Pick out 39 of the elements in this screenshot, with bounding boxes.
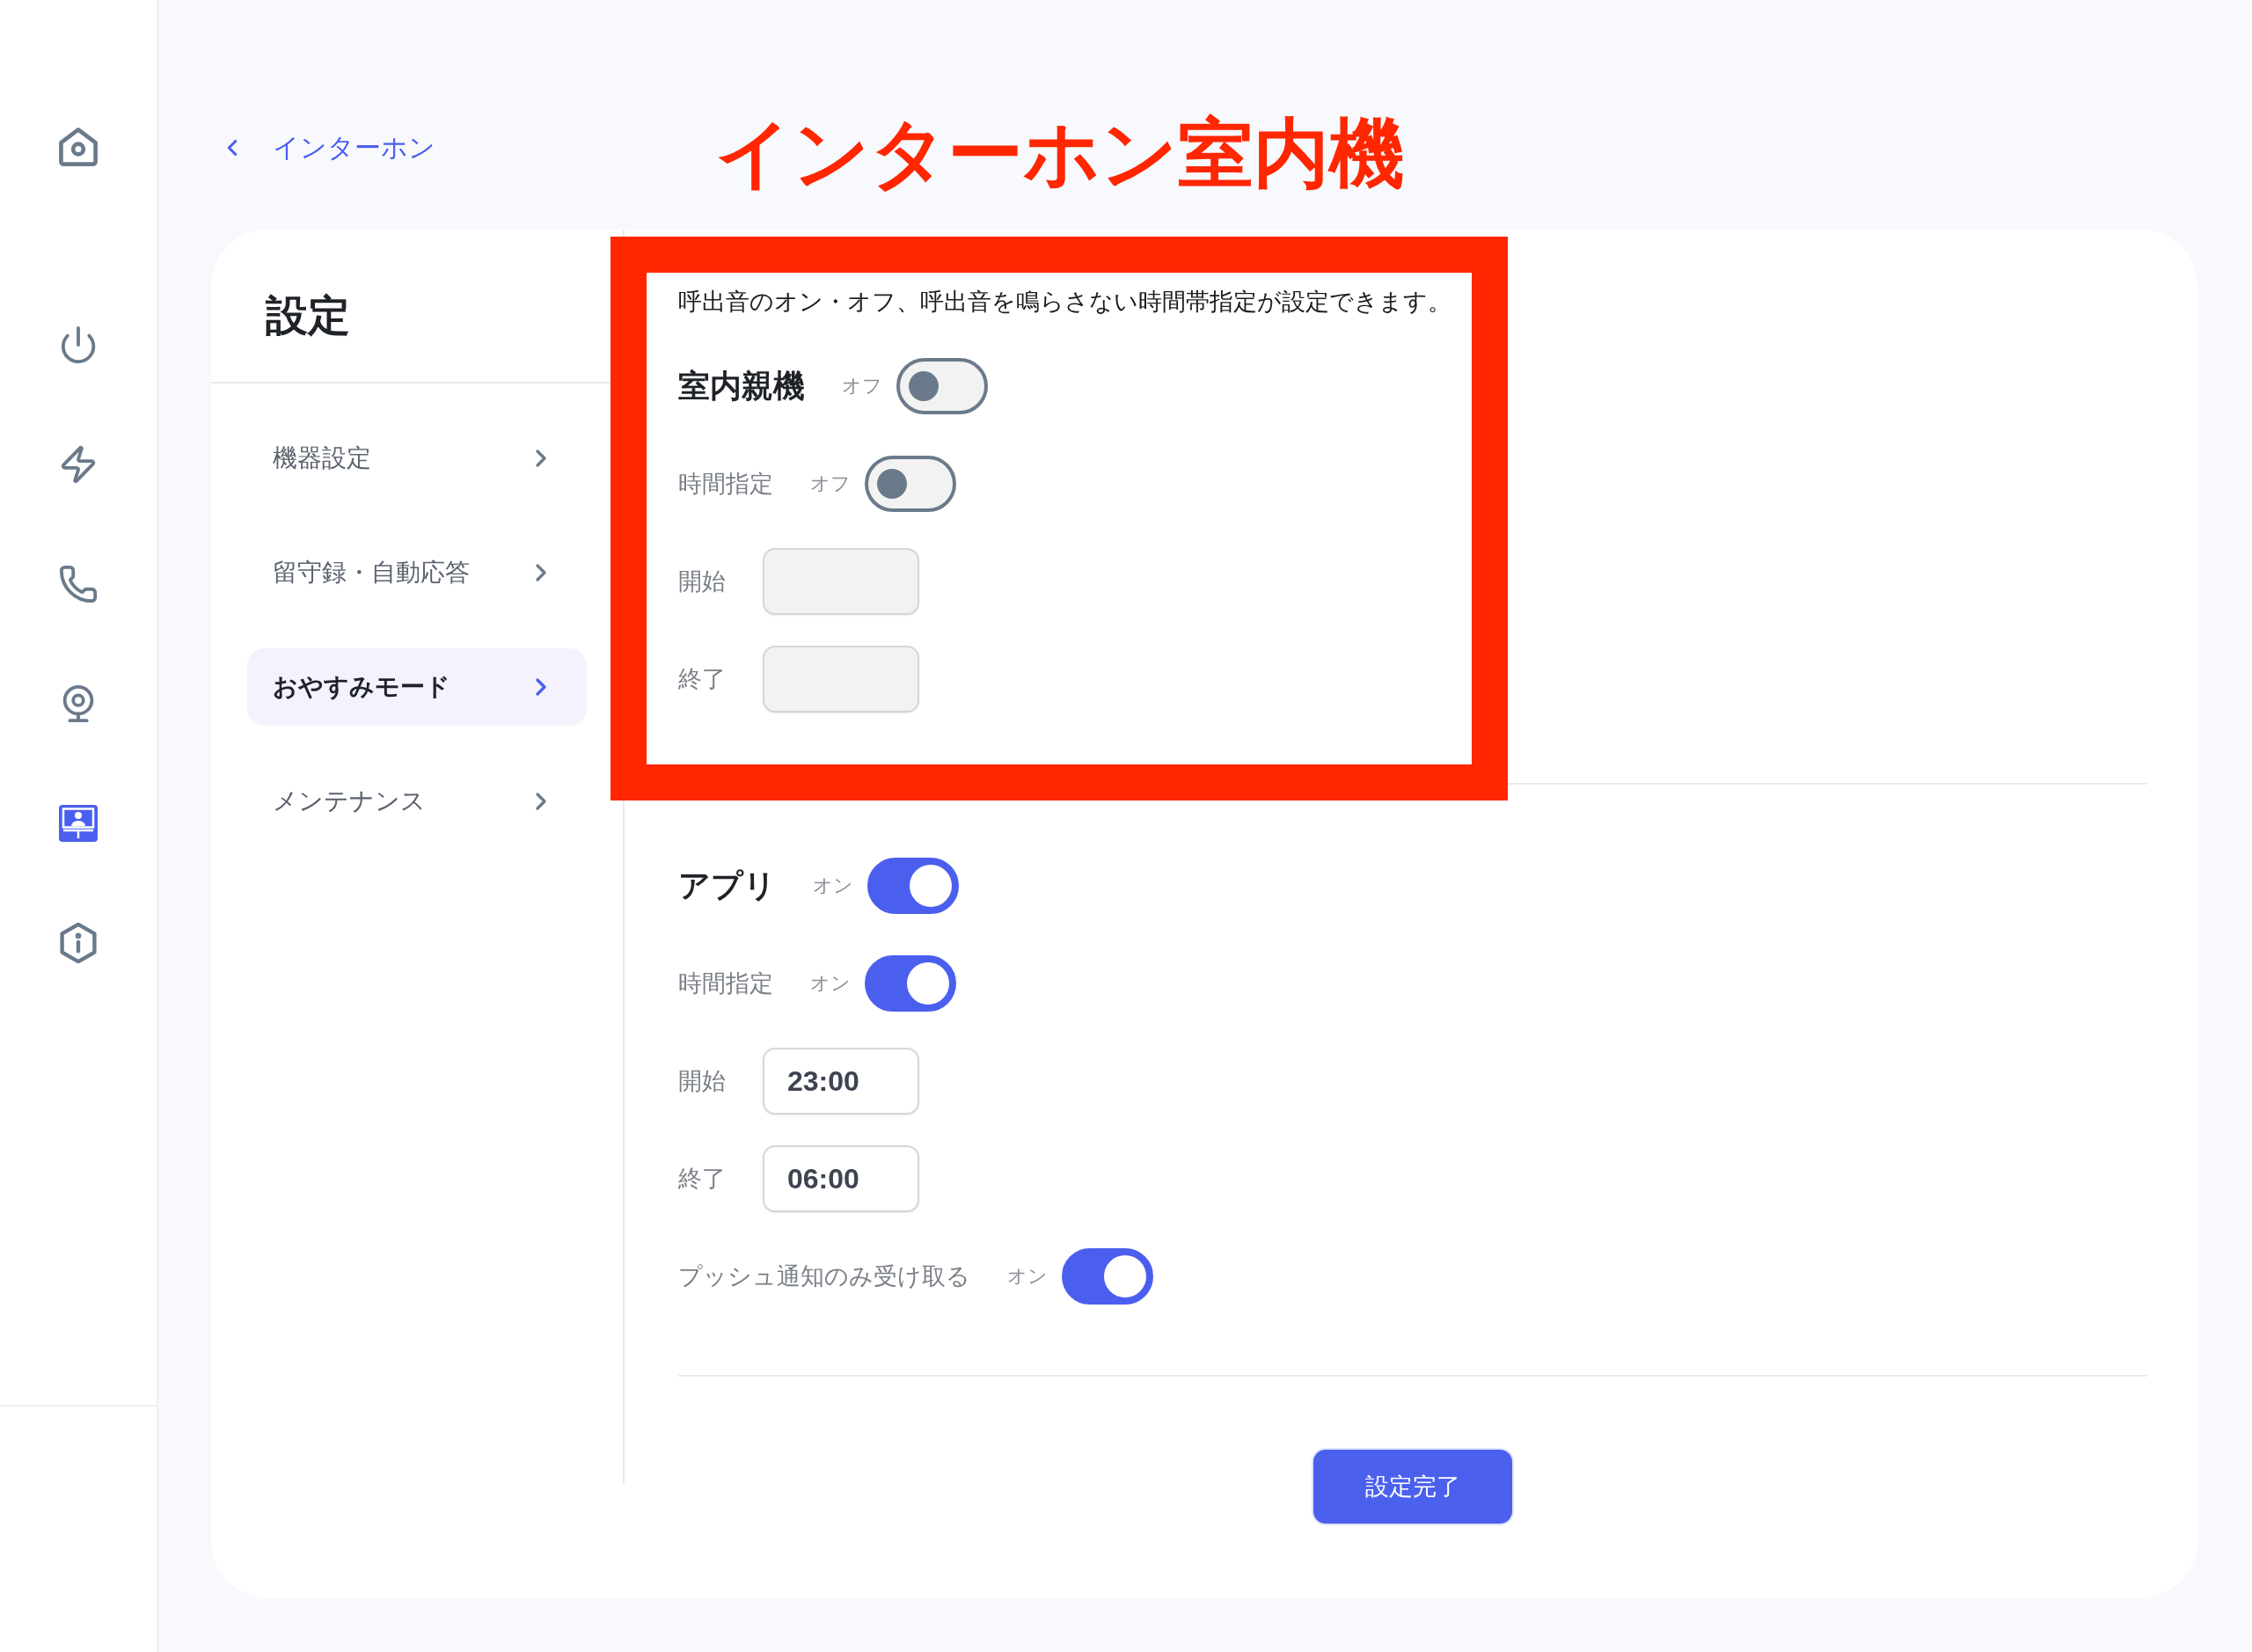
switch-state-label: オン — [810, 971, 851, 996]
menu-item[interactable]: 留守録・自動応答 — [247, 534, 587, 611]
section-title: アプリ — [678, 866, 776, 905]
toggle-switch[interactable] — [1062, 1248, 1153, 1305]
annotation-title: インターホン室内機 — [715, 110, 1405, 197]
switch-knob — [877, 469, 907, 499]
toggle-switch[interactable] — [867, 858, 959, 914]
setting-label: 時間指定 — [678, 969, 773, 998]
switch-state-label: オフ — [842, 374, 882, 398]
switch-state-label: オフ — [810, 471, 851, 496]
info-icon[interactable] — [60, 923, 97, 963]
toggle-switch[interactable] — [865, 456, 956, 512]
menu-item[interactable]: おやすみモード — [247, 648, 587, 726]
switch-state-label: オン — [813, 874, 853, 898]
switch-knob — [907, 962, 949, 1005]
menu-item[interactable]: 機器設定 — [247, 420, 587, 497]
time-input[interactable]: 06:00 — [763, 1145, 919, 1212]
menu-item[interactable]: メンテナンス — [247, 763, 587, 840]
phone-icon[interactable] — [58, 564, 99, 604]
intercom-monitor-icon[interactable] — [59, 805, 98, 842]
time-label: 終了 — [678, 1165, 727, 1194]
settings-heading: 設定 — [266, 291, 351, 340]
setting-label: 時間指定 — [678, 470, 773, 499]
section-title: 室内親機 — [678, 367, 805, 406]
toggle-switch[interactable] — [865, 955, 956, 1012]
switch-knob — [909, 371, 939, 401]
switch-state-label: オン — [1007, 1264, 1048, 1289]
switch-knob — [1104, 1255, 1146, 1297]
switch-knob — [910, 865, 952, 907]
setting-label: プッシュ通知のみ受け取る — [678, 1262, 970, 1291]
time-label: 終了 — [678, 665, 727, 694]
home-icon[interactable] — [59, 128, 98, 166]
back-link[interactable]: インターホン — [219, 132, 435, 164]
toggle-switch[interactable] — [896, 358, 988, 414]
time-label: 開始 — [678, 1067, 727, 1096]
time-label: 開始 — [678, 567, 727, 596]
finish-settings-button[interactable]: 設定完了 — [1311, 1448, 1514, 1525]
description-text: 呼出音のオン・オフ、呼出音を鳴らさない時間帯指定が設定できます。 — [678, 288, 1452, 317]
time-input[interactable]: 23:00 — [763, 1048, 919, 1115]
